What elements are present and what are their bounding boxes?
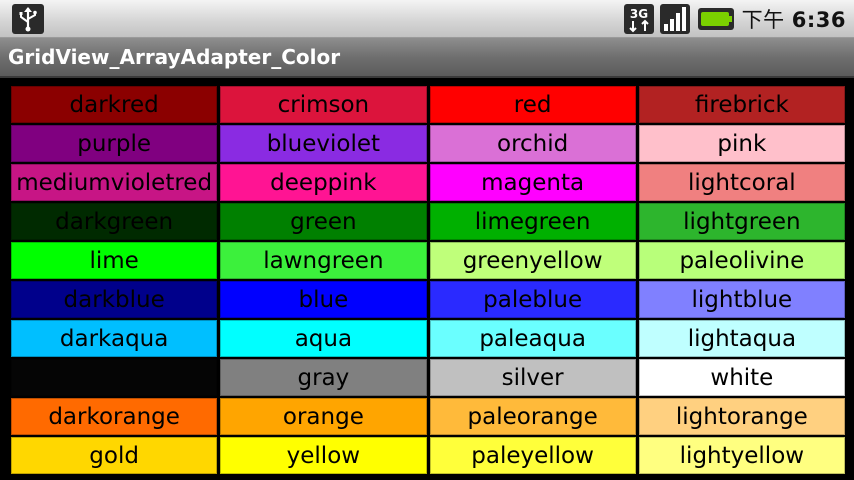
network-3g-icon: 3G xyxy=(623,4,654,34)
grid-item[interactable]: deeppink xyxy=(220,164,427,201)
grid-item[interactable]: aqua xyxy=(220,320,427,357)
color-grid[interactable]: darkred crimson red firebrick purple blueviol… xyxy=(11,86,845,476)
grid-item[interactable]: paleolivine xyxy=(638,242,845,279)
grid-item[interactable] xyxy=(11,359,218,396)
grid-item[interactable]: mediumvioletred xyxy=(11,164,218,201)
battery-icon xyxy=(697,8,734,30)
grid-item[interactable]: lightgreen xyxy=(638,203,845,240)
grid-item[interactable]: gold xyxy=(11,437,218,474)
clock-prefix: 下午 xyxy=(741,8,792,32)
grid-item[interactable]: lightyellow xyxy=(638,437,845,474)
grid-item[interactable]: lightcoral xyxy=(638,164,845,201)
grid-item[interactable]: limegreen xyxy=(429,203,636,240)
network-label: 3G xyxy=(629,7,647,21)
grid-item[interactable]: lightaqua xyxy=(638,320,845,357)
usb-icon xyxy=(12,4,44,34)
grid-item[interactable]: green xyxy=(220,203,427,240)
grid-item[interactable]: lightorange xyxy=(638,398,845,435)
app-title: GridView_ArrayAdapter_Color xyxy=(8,45,341,69)
grid-item[interactable]: paleyellow xyxy=(429,437,636,474)
signal-icon xyxy=(659,4,690,34)
grid-item[interactable]: crimson xyxy=(220,86,427,123)
grid-item[interactable]: paleaqua xyxy=(429,320,636,357)
grid-item[interactable]: lime xyxy=(11,242,218,279)
grid-item[interactable]: darkorange xyxy=(11,398,218,435)
grid-item[interactable]: silver xyxy=(429,359,636,396)
grid-item[interactable]: purple xyxy=(11,125,218,162)
grid-item[interactable]: gray xyxy=(220,359,427,396)
status-right: 3G 下午 6:36 xyxy=(623,0,846,38)
grid-item[interactable]: lawngreen xyxy=(220,242,427,279)
grid-item[interactable]: darkred xyxy=(11,86,218,123)
title-bar: GridView_ArrayAdapter_Color xyxy=(0,38,854,78)
grid-item[interactable]: firebrick xyxy=(638,86,845,123)
grid-item[interactable]: blue xyxy=(220,281,427,318)
clock-time: 6:36 xyxy=(791,8,846,32)
grid-item[interactable]: paleorange xyxy=(429,398,636,435)
grid-item[interactable]: darkgreen xyxy=(11,203,218,240)
clock: 下午 6:36 xyxy=(742,4,846,34)
grid-item[interactable]: blueviolet xyxy=(220,125,427,162)
grid-item[interactable]: yellow xyxy=(220,437,427,474)
grid-item[interactable]: paleblue xyxy=(429,281,636,318)
grid-item[interactable]: magenta xyxy=(429,164,636,201)
grid-item[interactable]: greenyellow xyxy=(429,242,636,279)
status-bar: 3G 下午 6:36 xyxy=(0,0,854,38)
grid-item[interactable]: lightblue xyxy=(638,281,845,318)
grid-item[interactable]: orange xyxy=(220,398,427,435)
grid-item[interactable]: pink xyxy=(638,125,845,162)
grid-item[interactable]: darkaqua xyxy=(11,320,218,357)
grid-item[interactable]: darkblue xyxy=(11,281,218,318)
grid-item[interactable]: red xyxy=(429,86,636,123)
grid-item[interactable]: orchid xyxy=(429,125,636,162)
grid-item[interactable]: white xyxy=(638,359,845,396)
